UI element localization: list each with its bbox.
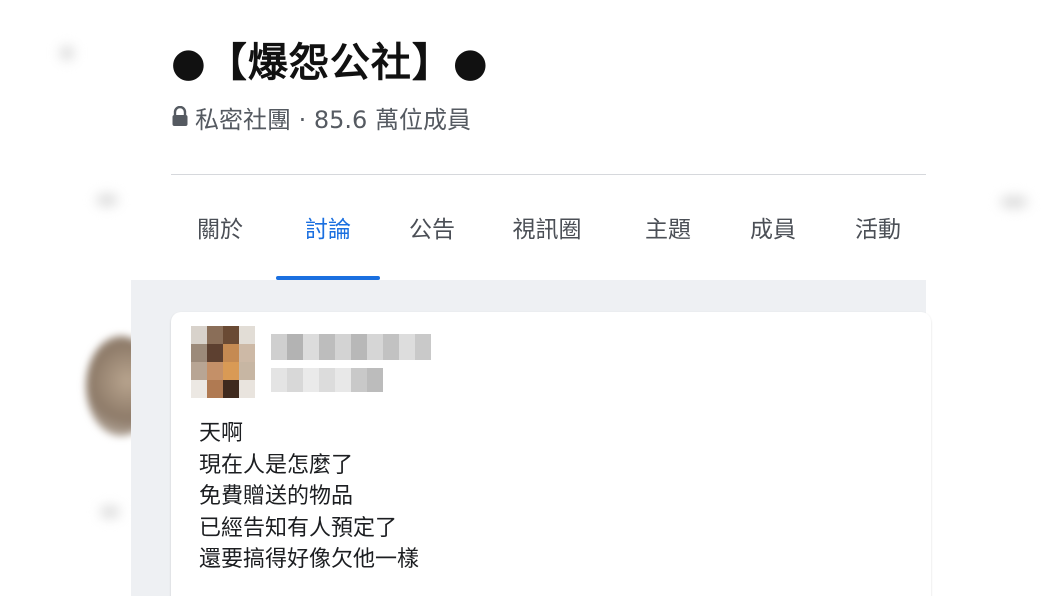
post-card: 天啊 現在人是怎麼了 免費贈送的物品 已經告知有人預定了 還要搞得好像欠他一樣 (171, 312, 931, 596)
background-blur (96, 194, 118, 206)
tab-announcements[interactable]: 公告 (401, 176, 463, 278)
lock-icon (172, 106, 188, 126)
screenshot-stage: ●【爆怨公社】● 私密社團 · 85.6 萬位成員 關於 討論 公告 視訊圈 主… (0, 0, 1060, 596)
tab-events[interactable]: 活動 (847, 176, 909, 278)
tab-label: 主題 (645, 217, 691, 243)
post-text-line: 還要搞得好像欠他一樣 (199, 547, 420, 572)
tab-label: 活動 (855, 217, 901, 243)
tab-members[interactable]: 成員 (742, 176, 804, 278)
page-title: ●【爆怨公社】● (171, 40, 489, 86)
header-divider (171, 174, 926, 175)
tab-label: 視訊圈 (512, 217, 582, 243)
post-text-line: 免費贈送的物品 (199, 484, 354, 509)
avatar[interactable] (191, 326, 255, 398)
group-page: ●【爆怨公社】● 私密社團 · 85.6 萬位成員 關於 討論 公告 視訊圈 主… (131, 0, 931, 596)
tab-label: 關於 (197, 217, 243, 243)
tab-video[interactable]: 視訊圈 (503, 176, 591, 278)
group-meta: 私密社團 · 85.6 萬位成員 (171, 100, 471, 134)
group-tabs: 關於 討論 公告 視訊圈 主題 成員 活動 (171, 176, 926, 280)
discussion-feed: 天啊 現在人是怎麼了 免費贈送的物品 已經告知有人預定了 還要搞得好像欠他一樣 (131, 280, 931, 596)
group-privacy-members: 私密社團 · 85.6 萬位成員 (195, 105, 471, 134)
tab-discussion[interactable]: 討論 (276, 176, 380, 280)
post-text-line: 已經告知有人預定了 (199, 515, 398, 541)
post-text-line: 現在人是怎麼了 (199, 452, 354, 478)
post-text: 天啊 現在人是怎麼了 免費贈送的物品 已經告知有人預定了 還要搞得好像欠他一樣 (199, 418, 419, 576)
post-text-line: 天啊 (199, 421, 244, 446)
author-name-redacted[interactable] (271, 334, 431, 360)
background-blur (100, 506, 120, 518)
background-blur (60, 46, 74, 60)
tab-label: 成員 (750, 217, 796, 243)
tab-about[interactable]: 關於 (189, 176, 251, 278)
tab-label: 公告 (409, 217, 455, 243)
tab-topics[interactable]: 主題 (637, 176, 699, 278)
tab-label: 討論 (305, 217, 351, 243)
background-blur (1000, 196, 1028, 208)
post-meta-redacted (271, 368, 383, 392)
